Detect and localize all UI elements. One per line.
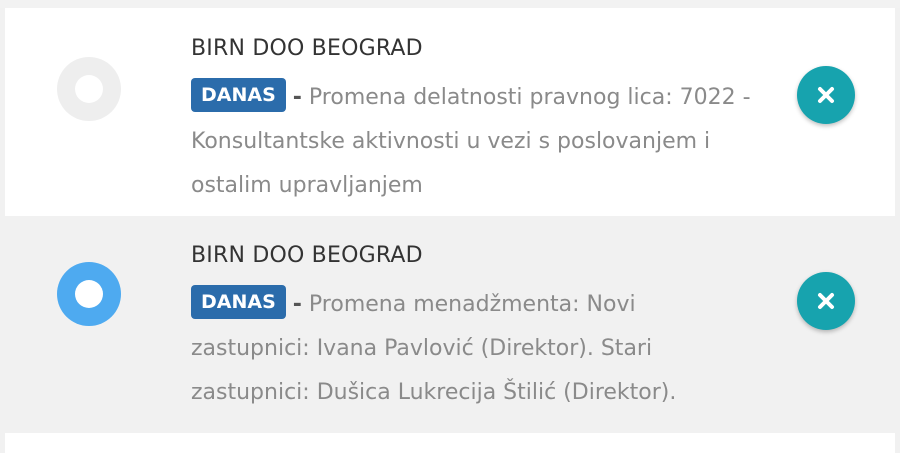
description-line: ostalim upravljanjem	[191, 173, 423, 198]
dismiss-button[interactable]	[797, 66, 855, 124]
radio-icon[interactable]	[57, 262, 121, 326]
description-line: Konsultantske aktivnosti u vezi s poslov…	[191, 129, 711, 154]
separator: -	[292, 292, 302, 317]
date-badge: DANAS	[191, 285, 286, 319]
description-line: Promena delatnosti pravnog lica: 7022 -	[308, 85, 751, 110]
close-icon	[818, 293, 834, 309]
notification-card[interactable]: BIRN DOO BEOGRAD DANAS - Promena menadžm…	[5, 216, 895, 422]
notifications-screen: BIRN DOO BEOGRAD DANAS - Promena delatno…	[0, 0, 900, 453]
radio-dot	[75, 280, 103, 308]
description-line: Promena menadžmenta: Novi	[308, 292, 636, 317]
radio-icon[interactable]	[57, 57, 121, 121]
top-divider	[0, 0, 900, 8]
radio-dot	[75, 75, 103, 103]
notification-card[interactable]: BIRN DOO BEOGRAD DANAS - Promena delatno…	[5, 8, 895, 216]
close-icon	[818, 87, 834, 103]
company-name: BIRN DOO BEOGRAD	[191, 36, 423, 61]
dismiss-button[interactable]	[797, 272, 855, 330]
date-badge: DANAS	[191, 78, 286, 112]
separator: -	[292, 85, 302, 110]
description-line: zastupnici: Dušica Lukrecija Štilić (Dir…	[191, 380, 677, 405]
company-name: BIRN DOO BEOGRAD	[191, 243, 423, 268]
next-notification-card[interactable]	[5, 433, 895, 453]
notification-description: DANAS - Promena delatnosti pravnog lica:…	[191, 76, 791, 208]
description-line: zastupnici: Ivana Pavlović (Direktor). S…	[191, 336, 653, 361]
notification-description: DANAS - Promena menadžmenta: Novi zastup…	[191, 283, 791, 415]
